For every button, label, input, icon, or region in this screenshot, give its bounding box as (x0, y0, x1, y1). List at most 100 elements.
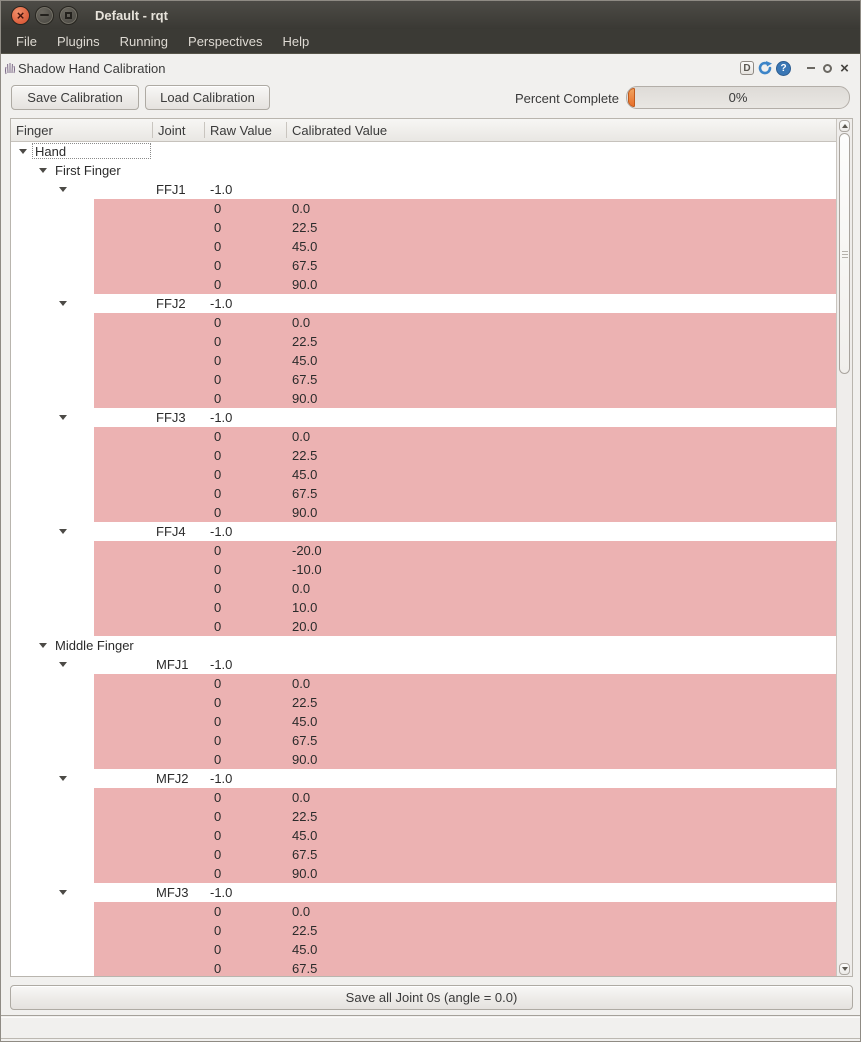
menu-item-file[interactable]: File (16, 34, 37, 49)
tree-row-point[interactable]: 0 45.0 (11, 351, 836, 370)
tree-row-hand[interactable]: Hand (11, 142, 836, 161)
tree-row-joint[interactable]: MFJ2 -1.0 (11, 769, 836, 788)
save-calibration-button[interactable]: Save Calibration (11, 85, 139, 110)
help-icon: ? (780, 62, 787, 74)
tree-row-point[interactable]: 0 45.0 (11, 940, 836, 959)
calibration-table: Finger Joint Raw Value Calibrated Value … (10, 118, 853, 977)
plugin-title: Shadow Hand Calibration (18, 60, 166, 76)
grip-icon (841, 253, 848, 255)
expander-icon[interactable] (59, 415, 67, 420)
tree-row-point[interactable]: 0 90.0 (11, 750, 836, 769)
menu-item-perspectives[interactable]: Perspectives (188, 34, 262, 49)
tree-row-point[interactable]: 0 22.5 (11, 332, 836, 351)
save-all-button[interactable]: Save all Joint 0s (angle = 0.0) (10, 985, 853, 1010)
point-calibrated-value: 45.0 (292, 467, 318, 482)
expander-icon[interactable] (59, 301, 67, 306)
expander-icon[interactable] (39, 643, 47, 648)
tree-row-point[interactable]: 0 45.0 (11, 826, 836, 845)
tree-row-finger[interactable]: Middle Finger (11, 636, 836, 655)
tree-row-point[interactable]: 0 67.5 (11, 484, 836, 503)
row-highlight (94, 750, 836, 769)
tree-row-point[interactable]: 0 0.0 (11, 579, 836, 598)
tree-row-point[interactable]: 0 22.5 (11, 693, 836, 712)
column-separator[interactable] (152, 122, 153, 138)
row-highlight (94, 731, 836, 750)
column-separator[interactable] (204, 122, 205, 138)
tree-row-point[interactable]: 0 0.0 (11, 199, 836, 218)
expander-icon[interactable] (59, 776, 67, 781)
help-button[interactable]: ? (776, 60, 791, 76)
tree-row-point[interactable]: 0 90.0 (11, 864, 836, 883)
point-calibrated-value: -20.0 (292, 543, 322, 558)
tree-row-point[interactable]: 0 0.0 (11, 902, 836, 921)
tree-row-point[interactable]: 0 45.0 (11, 237, 836, 256)
tree-row-point[interactable]: 0 0.0 (11, 788, 836, 807)
row-highlight (94, 313, 836, 332)
tree-row-point[interactable]: 0 20.0 (11, 617, 836, 636)
point-calibrated-value: 45.0 (292, 942, 318, 957)
tree-row-point[interactable]: 0 67.5 (11, 845, 836, 864)
dock-restore-button[interactable] (820, 61, 834, 75)
tree-row-finger[interactable]: First Finger (11, 161, 836, 180)
window-minimize-button[interactable] (35, 5, 54, 25)
tree-row-joint[interactable]: MFJ3 -1.0 (11, 883, 836, 902)
tree-row-joint[interactable]: FFJ1 -1.0 (11, 180, 836, 199)
dock-minimize-button[interactable] (805, 61, 817, 75)
point-raw-value: 0 (214, 790, 222, 805)
tree-row-joint[interactable]: FFJ4 -1.0 (11, 522, 836, 541)
tree-row-point[interactable]: 0 -20.0 (11, 541, 836, 560)
tree-row-point[interactable]: 0 22.5 (11, 218, 836, 237)
tree-row-point[interactable]: 0 45.0 (11, 712, 836, 731)
tree-row-point[interactable]: 0 22.5 (11, 921, 836, 940)
tree-row-joint[interactable]: MFJ1 -1.0 (11, 655, 836, 674)
joint-name: FFJ1 (156, 182, 186, 197)
expander-icon[interactable] (59, 662, 67, 667)
tree-row-point[interactable]: 0 -10.0 (11, 560, 836, 579)
expander-icon[interactable] (59, 529, 67, 534)
tree-row-point[interactable]: 0 0.0 (11, 313, 836, 332)
window-titlebar[interactable]: × Default - rqt (1, 1, 860, 29)
scrollbar-thumb[interactable] (839, 133, 850, 374)
minimize-icon (40, 14, 49, 16)
tree-row-point[interactable]: 0 67.5 (11, 256, 836, 275)
tree-row-point[interactable]: 0 22.5 (11, 807, 836, 826)
tree-row-point[interactable]: 0 90.0 (11, 389, 836, 408)
tree-row-point[interactable]: 0 45.0 (11, 465, 836, 484)
scroll-up-button[interactable] (839, 120, 850, 132)
load-calibration-button[interactable]: Load Calibration (145, 85, 270, 110)
dock-detach-button[interactable]: D (740, 61, 754, 75)
tree-row-point[interactable]: 0 0.0 (11, 674, 836, 693)
scroll-down-button[interactable] (839, 963, 850, 975)
column-separator[interactable] (286, 122, 287, 138)
dock-close-button[interactable]: × (837, 61, 852, 76)
tree-row-point[interactable]: 0 67.5 (11, 731, 836, 750)
window-maximize-button[interactable] (59, 5, 78, 25)
tree-row-joint[interactable]: FFJ3 -1.0 (11, 408, 836, 427)
tree-row-point[interactable]: 0 67.5 (11, 959, 836, 976)
expander-icon[interactable] (59, 890, 67, 895)
tree-row-point[interactable]: 0 22.5 (11, 446, 836, 465)
menu-item-help[interactable]: Help (282, 34, 309, 49)
expander-icon[interactable] (19, 149, 27, 154)
expander-icon[interactable] (39, 168, 47, 173)
tree-row-point[interactable]: 0 90.0 (11, 275, 836, 294)
point-raw-value: 0 (214, 372, 222, 387)
column-header-joint[interactable]: Joint (158, 119, 185, 142)
tree-row-point[interactable]: 0 10.0 (11, 598, 836, 617)
point-calibrated-value: 67.5 (292, 847, 318, 862)
reload-plugin-button[interactable] (757, 60, 773, 76)
tree-row-point[interactable]: 0 0.0 (11, 427, 836, 446)
tree-row-joint[interactable]: FFJ2 -1.0 (11, 294, 836, 313)
row-highlight (94, 275, 836, 294)
window-close-button[interactable]: × (11, 5, 30, 25)
column-header-raw-value[interactable]: Raw Value (210, 119, 272, 142)
tree-row-point[interactable]: 0 90.0 (11, 503, 836, 522)
column-header-calibrated[interactable]: Calibrated Value (292, 119, 387, 142)
column-header-finger[interactable]: Finger (16, 119, 53, 142)
tree-row-point[interactable]: 0 67.5 (11, 370, 836, 389)
menu-item-running[interactable]: Running (120, 34, 168, 49)
expander-icon[interactable] (59, 187, 67, 192)
menu-item-plugins[interactable]: Plugins (57, 34, 100, 49)
row-highlight (94, 693, 836, 712)
vertical-scrollbar[interactable] (836, 119, 852, 976)
